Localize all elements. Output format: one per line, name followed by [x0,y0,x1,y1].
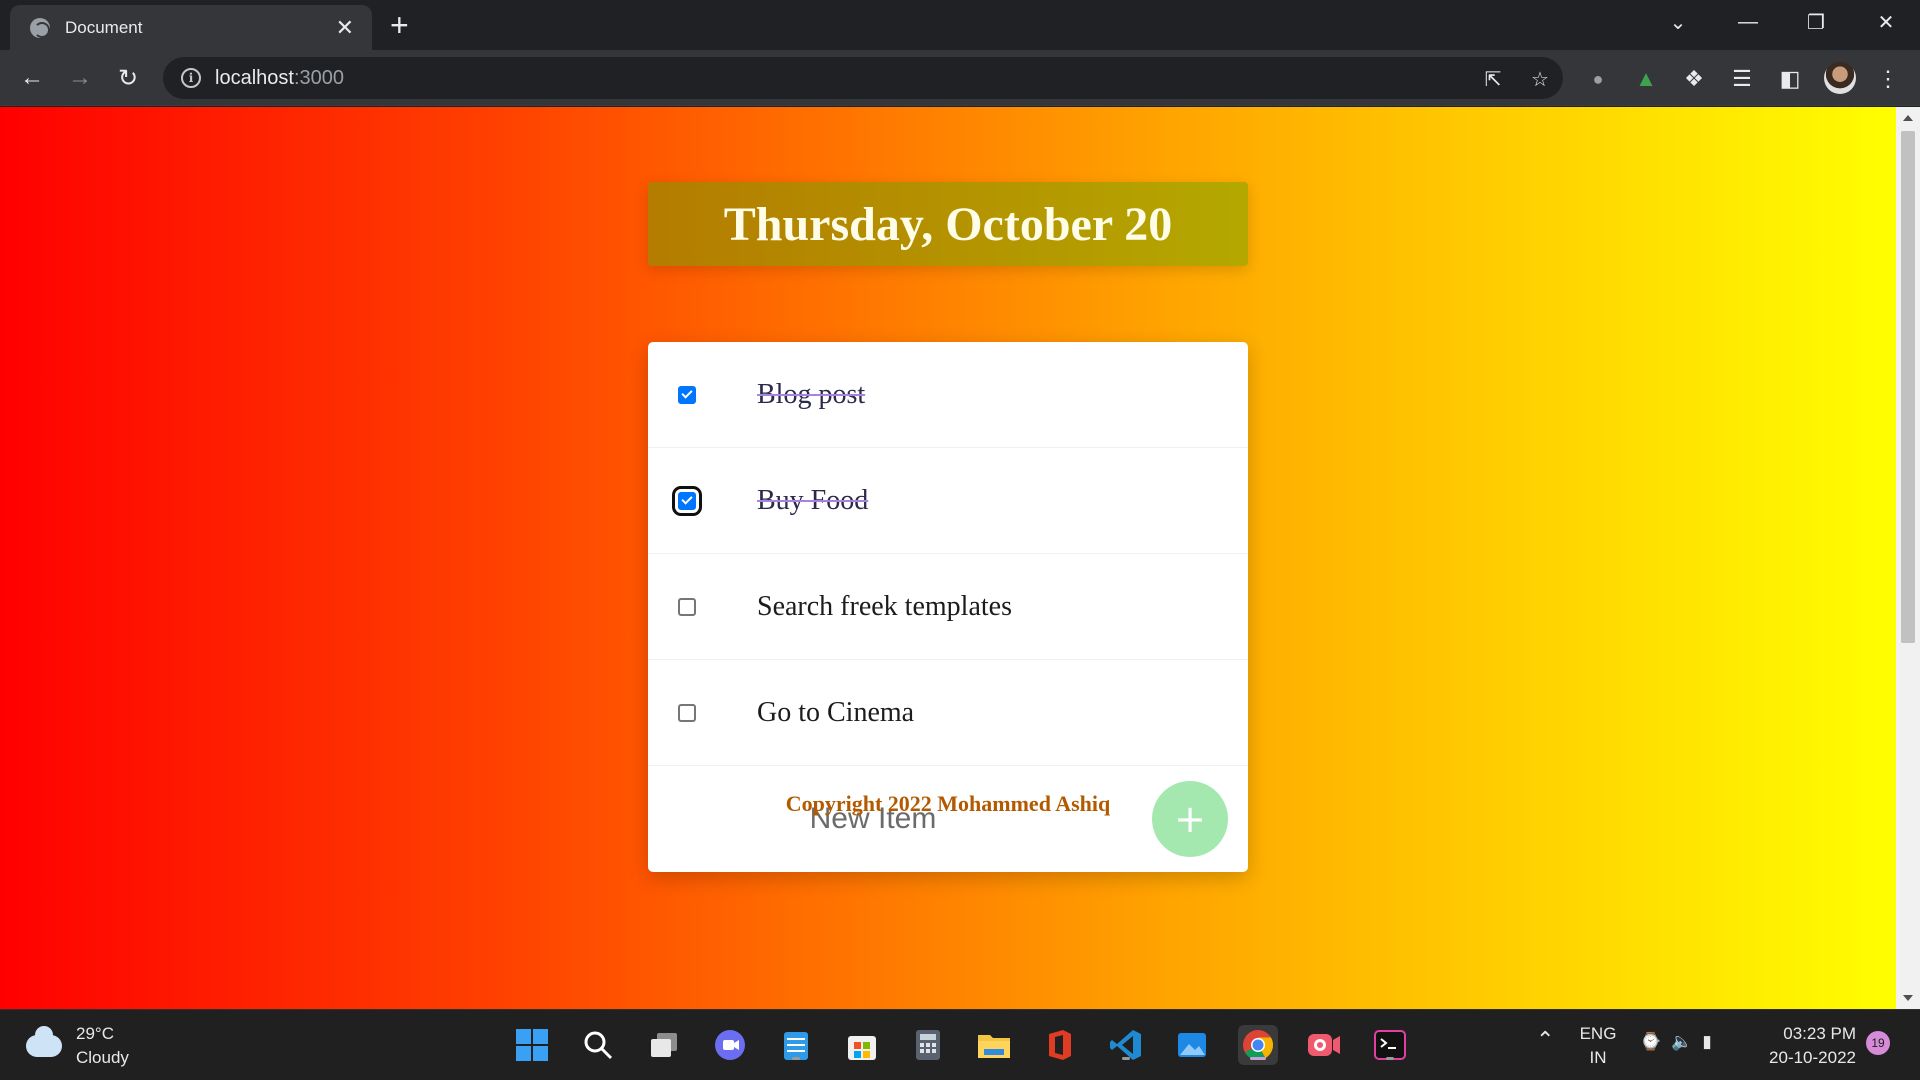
office-icon[interactable] [1040,1025,1080,1065]
bookmark-star-icon[interactable]: ☆ [1528,67,1552,91]
todo-checkbox[interactable] [672,485,702,516]
search-icon[interactable] [578,1025,618,1065]
scroll-down-icon[interactable] [1903,995,1913,1001]
clock-date: 20-10-2022 [1769,1048,1856,1067]
weather-desc: Cloudy [76,1048,129,1067]
battery-icon: ▮ [1702,1032,1712,1051]
profile-avatar[interactable] [1824,62,1856,94]
extension-tree-icon[interactable]: ▲ [1632,65,1660,93]
tray-chevron-up-icon[interactable]: ⌃ [1536,1028,1554,1052]
todo-item: Search freek templates [648,554,1248,660]
extension-lock-icon[interactable]: ● [1584,65,1612,93]
screen-recorder-icon[interactable] [1304,1025,1344,1065]
copyright-footer: Copyright 2022 Mohammed Ashiq [785,791,1111,816]
tab-search-icon[interactable]: ⌄ [1650,0,1706,44]
url-port: :3000 [293,66,344,89]
page-title: Thursday, October 20 [723,197,1173,251]
todo-item: Blog post [648,342,1248,448]
forward-arrow-icon[interactable]: → [62,60,98,96]
todo-item-label: Search freek templates [757,590,1012,622]
active-indicator [1250,1057,1266,1060]
minimize-button[interactable]: — [1720,0,1776,44]
quick-settings[interactable]: ⌚ 🔈 ▮ [1640,1030,1712,1054]
todo-checkbox[interactable] [678,385,696,404]
terminal-icon[interactable] [1370,1025,1410,1065]
media-queue-icon[interactable]: ☰ [1728,65,1756,93]
language-indicator[interactable]: ENG IN [1576,1022,1620,1070]
windows-taskbar: 29°C Cloudy ⌃ ENG IN ⌚ 🔈 ▮ 03:23 PM 20-1… [0,1009,1920,1080]
vscode-icon[interactable] [1106,1025,1146,1065]
file-explorer-icon[interactable] [974,1025,1014,1065]
todo-checkbox[interactable] [678,703,696,722]
url-host: localhost [215,66,294,89]
running-indicator [1386,1057,1394,1060]
photos-icon[interactable] [1172,1025,1212,1065]
menu-kebab-icon[interactable]: ⋮ [1874,65,1902,93]
scroll-up-icon[interactable] [1903,115,1913,121]
cloud-icon [26,1026,62,1057]
microsoft-store-icon[interactable] [842,1025,882,1065]
weather-temp: 29°C [76,1024,114,1043]
site-info-icon[interactable]: i [181,68,201,88]
todo-item-label: Blog post [757,378,866,410]
running-indicator [1122,1057,1130,1060]
todo-item-label: Go to Cinema [757,696,915,728]
globe-icon [30,17,50,38]
restore-button[interactable]: ❐ [1788,0,1844,44]
browser-tab[interactable]: Document ✕ [10,5,372,50]
address-bar[interactable]: i localhost:3000 ⇱ ☆ [163,57,1563,99]
side-panel-icon[interactable]: ◧ [1776,65,1804,93]
clock[interactable]: 03:23 PM 20-10-2022 [1762,1022,1856,1070]
todo-item-label: Buy Food [757,484,869,516]
region-code: IN [1589,1048,1607,1067]
reload-icon[interactable]: ↻ [110,60,146,96]
new-tab-button[interactable]: + [390,8,409,42]
chrome-icon[interactable] [1238,1025,1278,1065]
share-icon[interactable]: ⇱ [1481,67,1505,91]
page-viewport: Thursday, October 20 Blog post Buy Food … [0,107,1896,1009]
todo-item: Buy Food [648,448,1248,554]
notepad-icon[interactable] [776,1025,816,1065]
weather-widget[interactable]: 29°C Cloudy [26,1022,129,1070]
browser-tab-strip: Document ✕ + ⌄ — ❐ ✕ [0,0,1920,50]
teams-chat-icon[interactable] [710,1025,750,1065]
date-heading-box: Thursday, October 20 [648,182,1248,266]
todo-item: Go to Cinema [648,660,1248,766]
tab-close-icon[interactable]: ✕ [336,16,354,39]
volume-icon: 🔈 [1671,1032,1693,1051]
close-window-button[interactable]: ✕ [1858,0,1914,44]
wifi-icon: ⌚ [1640,1032,1662,1051]
clock-time: 03:23 PM [1783,1024,1856,1043]
new-item-form: + [648,766,1248,872]
back-arrow-icon[interactable]: ← [14,60,50,96]
windows-start-icon[interactable] [512,1025,552,1065]
scrollbar-thumb[interactable] [1901,131,1915,643]
calculator-icon[interactable] [908,1025,948,1065]
extensions-puzzle-icon[interactable]: ❖ [1680,65,1708,93]
tab-title: Document [65,17,143,37]
todo-checkbox[interactable] [678,597,696,616]
running-indicator [792,1057,800,1060]
notification-badge[interactable]: 19 [1866,1031,1890,1055]
task-view-icon[interactable] [644,1025,684,1065]
page-scrollbar[interactable] [1896,107,1920,1009]
language-code: ENG [1579,1024,1617,1043]
browser-toolbar: ← → ↻ i localhost:3000 ⇱ ☆ ● ▲ ❖ ☰ ◧ ⋮ [0,50,1920,106]
